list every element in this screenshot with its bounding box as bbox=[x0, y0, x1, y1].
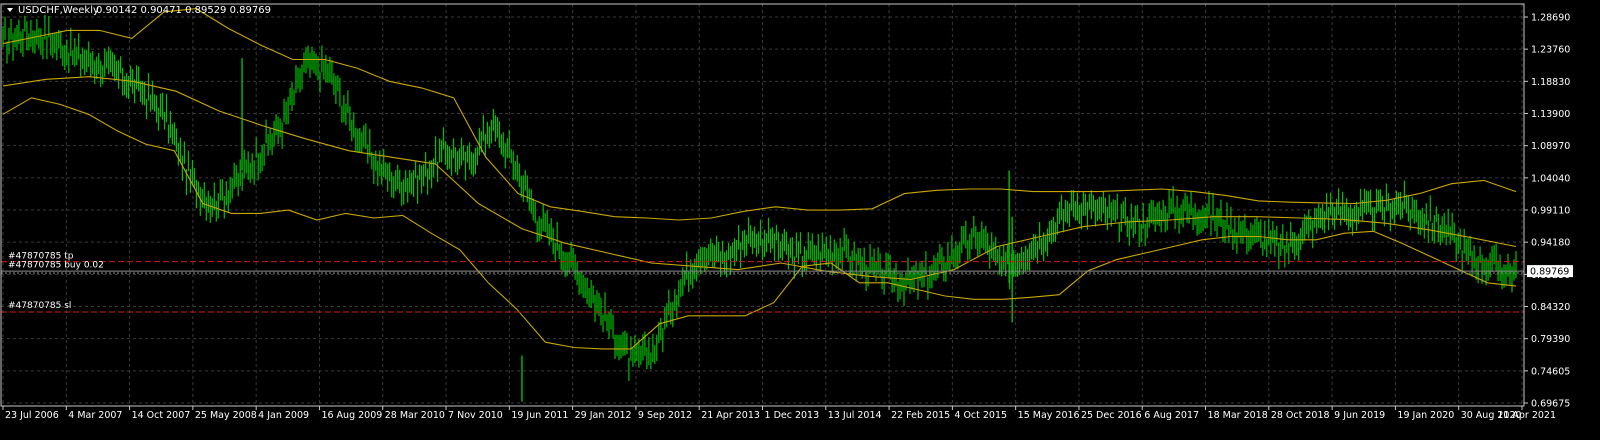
x-tick-label: 28 Oct 2018 bbox=[1271, 410, 1330, 421]
x-tick-label: 21 Apr 2013 bbox=[701, 410, 760, 421]
y-tick-label: 0.79390 bbox=[1531, 334, 1570, 345]
x-tick-label: 9 Sep 2012 bbox=[638, 410, 692, 421]
y-tick-label: 0.99110 bbox=[1531, 206, 1570, 217]
x-tick-label: 4 Jan 2009 bbox=[258, 410, 309, 421]
x-tick-label: 28 Mar 2010 bbox=[385, 410, 445, 421]
x-tick-label: 19 Jun 2011 bbox=[511, 410, 568, 421]
x-tick-label: 25 May 2008 bbox=[195, 410, 257, 421]
symbol-timeframe: USDCHF,Weekly bbox=[18, 5, 99, 16]
order-label-entry: #47870785 buy 0.02 bbox=[8, 261, 104, 271]
current-price-label: 0.89769 bbox=[1530, 267, 1569, 278]
x-tick-label: 1 Dec 2013 bbox=[765, 410, 820, 421]
x-tick-label: 6 Aug 2017 bbox=[1144, 410, 1199, 421]
x-tick-label: 7 Nov 2010 bbox=[448, 410, 503, 421]
order-label-sl: #47870785 sl bbox=[8, 301, 71, 311]
y-tick-label: 1.28690 bbox=[1531, 13, 1570, 24]
y-tick-label: 1.23760 bbox=[1531, 45, 1570, 56]
x-tick-label: 11 Apr 2021 bbox=[1497, 410, 1556, 421]
x-tick-label: 13 Jul 2014 bbox=[828, 410, 882, 421]
x-tick-label: 9 Jun 2019 bbox=[1334, 410, 1385, 421]
x-tick-label: 29 Jan 2012 bbox=[575, 410, 632, 421]
chart-header: USDCHF,Weekly 0.90142 0.90471 0.89529 0.… bbox=[7, 5, 271, 16]
x-tick-label: 16 Aug 2009 bbox=[321, 410, 382, 421]
y-tick-label: 0.69675 bbox=[1531, 399, 1570, 410]
x-tick-label: 15 May 2016 bbox=[1018, 410, 1080, 421]
x-tick-label: 25 Dec 2016 bbox=[1081, 410, 1142, 421]
y-tick-label: 1.13900 bbox=[1531, 109, 1570, 120]
y-tick-label: 0.94180 bbox=[1531, 238, 1570, 249]
y-tick-label: 1.04040 bbox=[1531, 173, 1570, 184]
x-tick-label: 14 Oct 2007 bbox=[132, 410, 191, 421]
x-tick-label: 18 Mar 2018 bbox=[1208, 410, 1268, 421]
chart-window[interactable]: #47870785 tp #47870785 buy 0.02 #47870785 … bbox=[0, 0, 1600, 436]
x-tick-label: 23 Jul 2006 bbox=[5, 410, 59, 421]
x-tick-label: 19 Jan 2020 bbox=[1397, 410, 1454, 421]
ohlc-values: 0.90142 0.90471 0.89529 0.89769 bbox=[96, 5, 271, 16]
y-tick-label: 1.18830 bbox=[1531, 77, 1570, 88]
x-tick-label: 22 Feb 2015 bbox=[891, 410, 950, 421]
y-tick-label: 0.74605 bbox=[1531, 366, 1570, 377]
y-tick-label: 0.84320 bbox=[1531, 302, 1570, 313]
y-tick-label: 1.08970 bbox=[1531, 141, 1570, 152]
x-tick-label: 4 Oct 2015 bbox=[954, 410, 1007, 421]
x-tick-label: 4 Mar 2007 bbox=[68, 410, 122, 421]
chart-canvas[interactable]: #47870785 tp#47870785 buy 0.02#47870785 … bbox=[0, 0, 1600, 436]
